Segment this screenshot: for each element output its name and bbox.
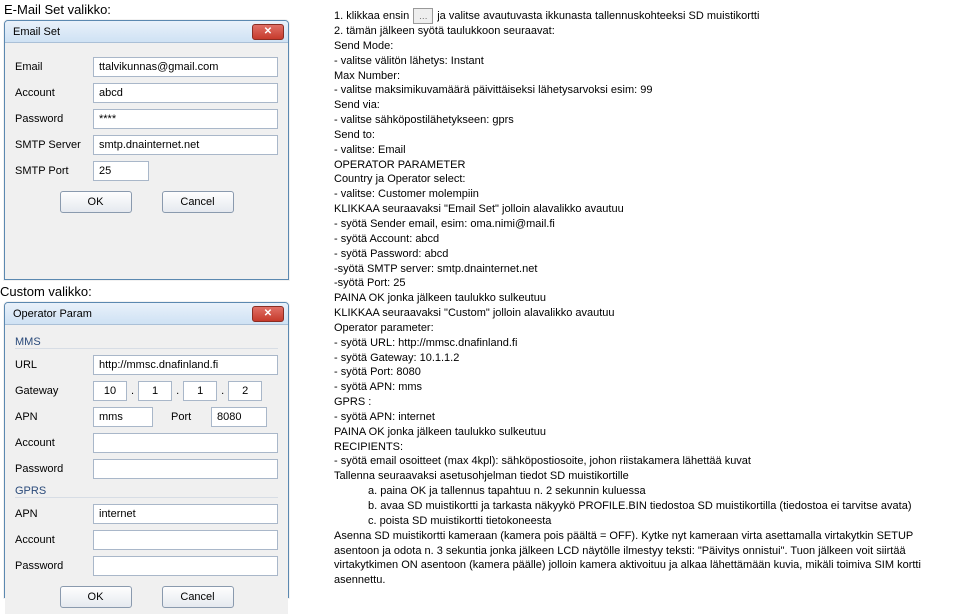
- instruction-line: Max Number:: [334, 69, 954, 84]
- instruction-line: b. avaa SD muistikortti ja tarkasta näky…: [368, 499, 954, 514]
- port-label: Port: [171, 411, 211, 423]
- gateway-seg1[interactable]: 10: [93, 381, 127, 401]
- instruction-line: -syötä Port: 25: [334, 276, 954, 291]
- mms-account-field[interactable]: [93, 433, 278, 453]
- gprs-group-header: GPRS: [15, 485, 278, 497]
- instruction-line: Send via:: [334, 98, 954, 113]
- titlebar: Operator Param ✕: [5, 303, 288, 325]
- gprs-account-label: Account: [15, 534, 93, 546]
- divider: [15, 497, 278, 498]
- titlebar: Email Set ✕: [5, 21, 288, 43]
- instruction-line: - valitse sähköpostilähetykseen: gprs: [334, 113, 954, 128]
- smtp-server-label: SMTP Server: [15, 139, 93, 151]
- instruction-line: PAINA OK jonka jälkeen taulukko sulkeutu…: [334, 291, 954, 306]
- instruction-line: - valitse: Customer molempiin: [334, 187, 954, 202]
- instruction-line: - valitse maksimikuvamäärä päivittäiseks…: [334, 83, 954, 98]
- instruction-line: a. paina OK ja tallennus tapahtuu n. 2 s…: [368, 484, 954, 499]
- password-label: Password: [15, 463, 93, 475]
- email-label: Email: [15, 61, 93, 73]
- divider: [15, 348, 278, 349]
- instruction-line: - syötä email osoitteet (max 4kpl): sähk…: [334, 454, 954, 469]
- mms-password-field[interactable]: [93, 459, 278, 479]
- instruction-line: Operator parameter:: [334, 321, 954, 336]
- instruction-line: - syötä Account: abcd: [334, 232, 954, 247]
- instruction-line: KLIKKAA seuraavaksi "Email Set" jolloin …: [334, 202, 954, 217]
- instruction-line: - valitse: Email: [334, 143, 954, 158]
- text: 1. klikkaa ensin: [334, 9, 409, 24]
- mms-group-header: MMS: [15, 336, 278, 348]
- instruction-paragraph: Asenna SD muistikortti kameraan (kamera …: [334, 529, 954, 588]
- dialog-title: Operator Param: [13, 308, 252, 320]
- close-icon[interactable]: ✕: [252, 24, 284, 40]
- instruction-line: GPRS :: [334, 395, 954, 410]
- settings-button-icon: …: [413, 8, 433, 24]
- close-icon[interactable]: ✕: [252, 306, 284, 322]
- dialog-title: Email Set: [13, 26, 252, 38]
- gateway-seg4[interactable]: 2: [228, 381, 262, 401]
- gateway-seg3[interactable]: 1: [183, 381, 217, 401]
- instruction-line: Send Mode:: [334, 39, 954, 54]
- dot: .: [131, 385, 134, 397]
- smtp-server-field[interactable]: smtp.dnainternet.net: [93, 135, 278, 155]
- ok-button[interactable]: OK: [60, 191, 132, 213]
- text: ja valitse avautuvasta ikkunasta tallenn…: [437, 9, 759, 24]
- instruction-line: 2. tämän jälkeen syötä taulukkoon seuraa…: [334, 24, 954, 39]
- instruction-line: PAINA OK jonka jälkeen taulukko sulkeutu…: [334, 425, 954, 440]
- gateway-seg2[interactable]: 1: [138, 381, 172, 401]
- instruction-line: - syötä APN: internet: [334, 410, 954, 425]
- apn-label: APN: [15, 411, 93, 423]
- gateway-label: Gateway: [15, 385, 93, 397]
- instruction-line: Send to:: [334, 128, 954, 143]
- email-field[interactable]: ttalvikunnas@gmail.com: [93, 57, 278, 77]
- ok-button[interactable]: OK: [60, 586, 132, 608]
- apn-field[interactable]: mms: [93, 407, 153, 427]
- dot: .: [221, 385, 224, 397]
- port-field[interactable]: 8080: [211, 407, 267, 427]
- instruction-line: -syötä SMTP server: smtp.dnainternet.net: [334, 262, 954, 277]
- instruction-line: - valitse välitön lähetys: Instant: [334, 54, 954, 69]
- instruction-line: - syötä Sender email, esim: oma.nimi@mai…: [334, 217, 954, 232]
- custom-heading: Custom valikko:: [0, 284, 92, 299]
- password-label: Password: [15, 113, 93, 125]
- instruction-line: - syötä Password: abcd: [334, 247, 954, 262]
- gprs-apn-label: APN: [15, 508, 93, 520]
- instruction-line: 1. klikkaa ensin … ja valitse avautuvast…: [334, 8, 954, 24]
- dot: .: [176, 385, 179, 397]
- gprs-apn-field[interactable]: internet: [93, 504, 278, 524]
- smtp-port-field[interactable]: 25: [93, 161, 149, 181]
- instruction-line: - syötä Gateway: 10.1.1.2: [334, 351, 954, 366]
- instruction-line: Tallenna seuraavaksi asetusohjelman tied…: [334, 469, 954, 484]
- password-field[interactable]: ****: [93, 109, 278, 129]
- gprs-password-label: Password: [15, 560, 93, 572]
- instruction-line: - syötä Port: 8080: [334, 365, 954, 380]
- url-field[interactable]: http://mmsc.dnafinland.fi: [93, 355, 278, 375]
- instruction-line: - syötä URL: http://mmsc.dnafinland.fi: [334, 336, 954, 351]
- email-set-dialog: Email Set ✕ Email ttalvikunnas@gmail.com…: [4, 20, 289, 280]
- instruction-line: Country ja Operator select:: [334, 172, 954, 187]
- account-field[interactable]: abcd: [93, 83, 278, 103]
- cancel-button[interactable]: Cancel: [162, 191, 234, 213]
- instruction-line: - syötä APN: mms: [334, 380, 954, 395]
- operator-param-dialog: Operator Param ✕ MMS URL http://mmsc.dna…: [4, 302, 289, 598]
- cancel-button[interactable]: Cancel: [162, 586, 234, 608]
- gprs-password-field[interactable]: [93, 556, 278, 576]
- instruction-line: KLIKKAA seuraavaksi "Custom" jolloin ala…: [334, 306, 954, 321]
- instructions-panel: 1. klikkaa ensin … ja valitse avautuvast…: [334, 8, 954, 588]
- email-set-heading: E-Mail Set valikko:: [4, 2, 111, 17]
- account-label: Account: [15, 87, 93, 99]
- url-label: URL: [15, 359, 93, 371]
- instruction-line: c. poista SD muistikortti tietokoneesta: [368, 514, 954, 529]
- instruction-line: OPERATOR PARAMETER: [334, 158, 954, 173]
- account-label: Account: [15, 437, 93, 449]
- smtp-port-label: SMTP Port: [15, 165, 93, 177]
- gprs-account-field[interactable]: [93, 530, 278, 550]
- instruction-line: RECIPIENTS:: [334, 440, 954, 455]
